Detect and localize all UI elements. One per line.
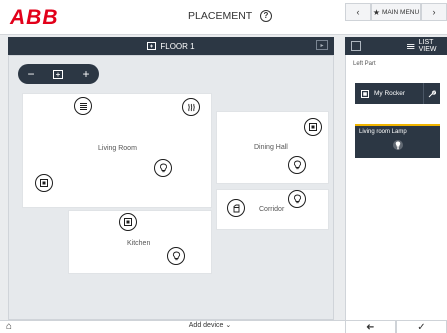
heating-device-icon[interactable] xyxy=(182,98,200,116)
room-label: Corridor xyxy=(259,206,285,213)
chevron-left-icon: ‹ xyxy=(356,7,360,17)
device-item-label: Living room Lamp xyxy=(359,129,407,135)
collapse-panel-icon[interactable] xyxy=(351,41,362,51)
floor-name: FLOOR 1 xyxy=(160,41,195,51)
back-button[interactable]: ➜ xyxy=(345,320,396,333)
switch-device-icon[interactable] xyxy=(304,118,322,136)
chevron-right-icon: ▸ xyxy=(320,42,324,49)
checkmark-icon: ✓ xyxy=(417,321,426,333)
star-icon: ★ xyxy=(372,7,380,17)
floor-icon xyxy=(147,42,157,50)
switch-device-icon[interactable] xyxy=(35,174,53,192)
switch-device-icon[interactable] xyxy=(119,213,137,231)
light-bulb-device-icon[interactable] xyxy=(167,247,185,265)
rocker-icon xyxy=(361,89,369,98)
device-item-lamp[interactable]: Living room Lamp xyxy=(355,124,440,158)
room-label: Kitchen xyxy=(127,240,151,247)
page-title-wrap: PLACEMENT ? xyxy=(130,10,330,23)
page-title: PLACEMENT xyxy=(188,10,253,22)
room-label: Dining Hall xyxy=(254,144,288,151)
fit-to-screen-icon[interactable] xyxy=(53,69,64,79)
door-device-icon[interactable] xyxy=(227,199,245,217)
list-view-label[interactable]: LIST VIEW xyxy=(419,39,447,53)
zoom-out-button[interactable]: − xyxy=(27,67,34,81)
confirm-button[interactable]: ✓ xyxy=(396,320,447,333)
lamp-on-icon xyxy=(393,140,403,150)
device-item-label: My Rocker xyxy=(374,90,406,97)
wrench-icon[interactable] xyxy=(423,83,440,104)
section-label: Left Part xyxy=(353,61,376,67)
main-menu-button[interactable]: ★ MAIN MENU xyxy=(371,3,421,21)
device-item-rocker[interactable]: My Rocker xyxy=(355,83,440,104)
nav-back-button[interactable]: ‹ xyxy=(345,3,371,21)
light-bulb-device-icon[interactable] xyxy=(288,156,306,174)
list-view-icon[interactable] xyxy=(407,43,415,50)
chevron-right-icon: › xyxy=(432,7,436,17)
blind-device-icon[interactable] xyxy=(74,97,92,115)
light-bulb-device-icon[interactable] xyxy=(154,159,172,177)
main-menu-label: MAIN MENU xyxy=(381,8,420,16)
floor-header[interactable]: FLOOR 1 xyxy=(8,37,334,55)
help-icon[interactable]: ? xyxy=(259,10,272,23)
light-bulb-device-icon[interactable] xyxy=(288,190,306,208)
nav-forward-button[interactable]: › xyxy=(421,3,447,21)
abb-logo: A B B xyxy=(10,6,58,29)
add-device-button[interactable]: Add device ⌄ xyxy=(150,321,270,329)
right-panel-header: LIST VIEW xyxy=(345,37,447,55)
room-kitchen[interactable]: Kitchen xyxy=(68,210,212,274)
home-icon[interactable]: ⌂ xyxy=(6,320,18,332)
zoom-controls: − + xyxy=(18,64,99,84)
zoom-in-button[interactable]: + xyxy=(82,67,89,81)
room-label: Living Room xyxy=(98,145,137,152)
floor-next-button[interactable]: ▸ xyxy=(316,40,328,50)
back-arrow-icon: ➜ xyxy=(366,321,375,333)
